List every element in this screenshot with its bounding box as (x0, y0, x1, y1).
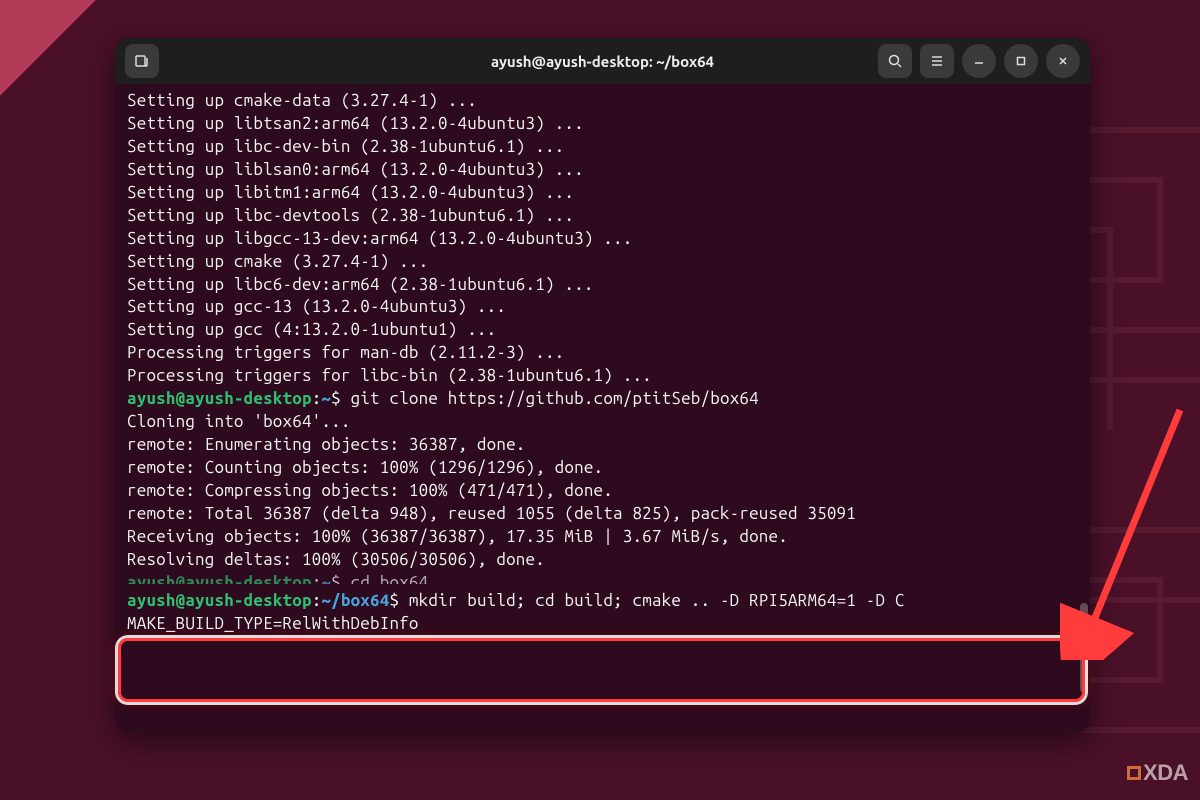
output-line: Setting up libc6-dev:arm64 (2.38-1ubuntu… (127, 274, 1078, 297)
output-line: Setting up cmake-data (3.27.4-1) ... (127, 90, 1078, 113)
terminal-output[interactable]: Setting up cmake-data (3.27.4-1) ... Set… (115, 84, 1090, 733)
terminal-window: ayush@ayush-desktop: ~/box64 Setting up … (115, 38, 1090, 733)
output-line: Processing triggers for libc-bin (2.38-1… (127, 365, 1078, 388)
prompt-line: ayush@ayush-desktop:~$ git clone https:/… (127, 388, 1078, 411)
output-line: Cloning into 'box64'... (127, 411, 1078, 434)
output-line: Setting up gcc-13 (13.2.0-4ubuntu3) ... (127, 296, 1078, 319)
output-line: Setting up libtsan2:arm64 (13.2.0-4ubunt… (127, 113, 1078, 136)
command-text: git clone https://github.com/ptitSeb/box… (351, 389, 759, 408)
prompt-user: ayush@ayush-desktop (127, 591, 312, 610)
menu-button[interactable] (920, 44, 954, 78)
output-line: remote: Total 36387 (delta 948), reused … (127, 503, 1078, 526)
output-line: Setting up libgcc-13-dev:arm64 (13.2.0-4… (127, 228, 1078, 251)
watermark-icon (1127, 766, 1141, 780)
command-text: mkdir build; cd build; cmake .. -D RPI5A… (409, 591, 905, 610)
prompt-line-cut: ayush@ayush-desktop:~$ cd box64 (127, 572, 1078, 584)
maximize-button[interactable] (1004, 44, 1038, 78)
scrollbar-thumb[interactable] (1080, 603, 1088, 693)
prompt-user: ayush@ayush-desktop (127, 389, 312, 408)
command-continuation: MAKE_BUILD_TYPE=RelWithDebInfo (127, 613, 1078, 636)
prompt-line-current: ayush@ayush-desktop:~/box64$ mkdir build… (127, 590, 1078, 613)
prompt-path: ~/box64 (321, 591, 389, 610)
output-line: remote: Enumerating objects: 36387, done… (127, 434, 1078, 457)
output-line: Setting up liblsan0:arm64 (13.2.0-4ubunt… (127, 159, 1078, 182)
output-line: Processing triggers for man-db (2.11.2-3… (127, 342, 1078, 365)
close-button[interactable] (1046, 44, 1080, 78)
output-line: Setting up libc-devtools (2.38-1ubuntu6.… (127, 205, 1078, 228)
output-line: Receiving objects: 100% (36387/36387), 1… (127, 526, 1078, 549)
output-line: Setting up libc-dev-bin (2.38-1ubuntu6.1… (127, 136, 1078, 159)
minimize-button[interactable] (962, 44, 996, 78)
output-line: remote: Counting objects: 100% (1296/129… (127, 457, 1078, 480)
output-line: Setting up cmake (3.27.4-1) ... (127, 251, 1078, 274)
output-line: Resolving deltas: 100% (30506/30506), do… (127, 549, 1078, 572)
output-line: Setting up gcc (4:13.2.0-1ubuntu1) ... (127, 319, 1078, 342)
prompt-path: ~ (321, 389, 331, 408)
new-tab-button[interactable] (125, 44, 159, 78)
window-titlebar: ayush@ayush-desktop: ~/box64 (115, 38, 1090, 84)
watermark: XDA (1127, 760, 1188, 786)
output-line: Setting up libitm1:arm64 (13.2.0-4ubuntu… (127, 182, 1078, 205)
output-line: remote: Compressing objects: 100% (471/4… (127, 480, 1078, 503)
search-button[interactable] (878, 44, 912, 78)
